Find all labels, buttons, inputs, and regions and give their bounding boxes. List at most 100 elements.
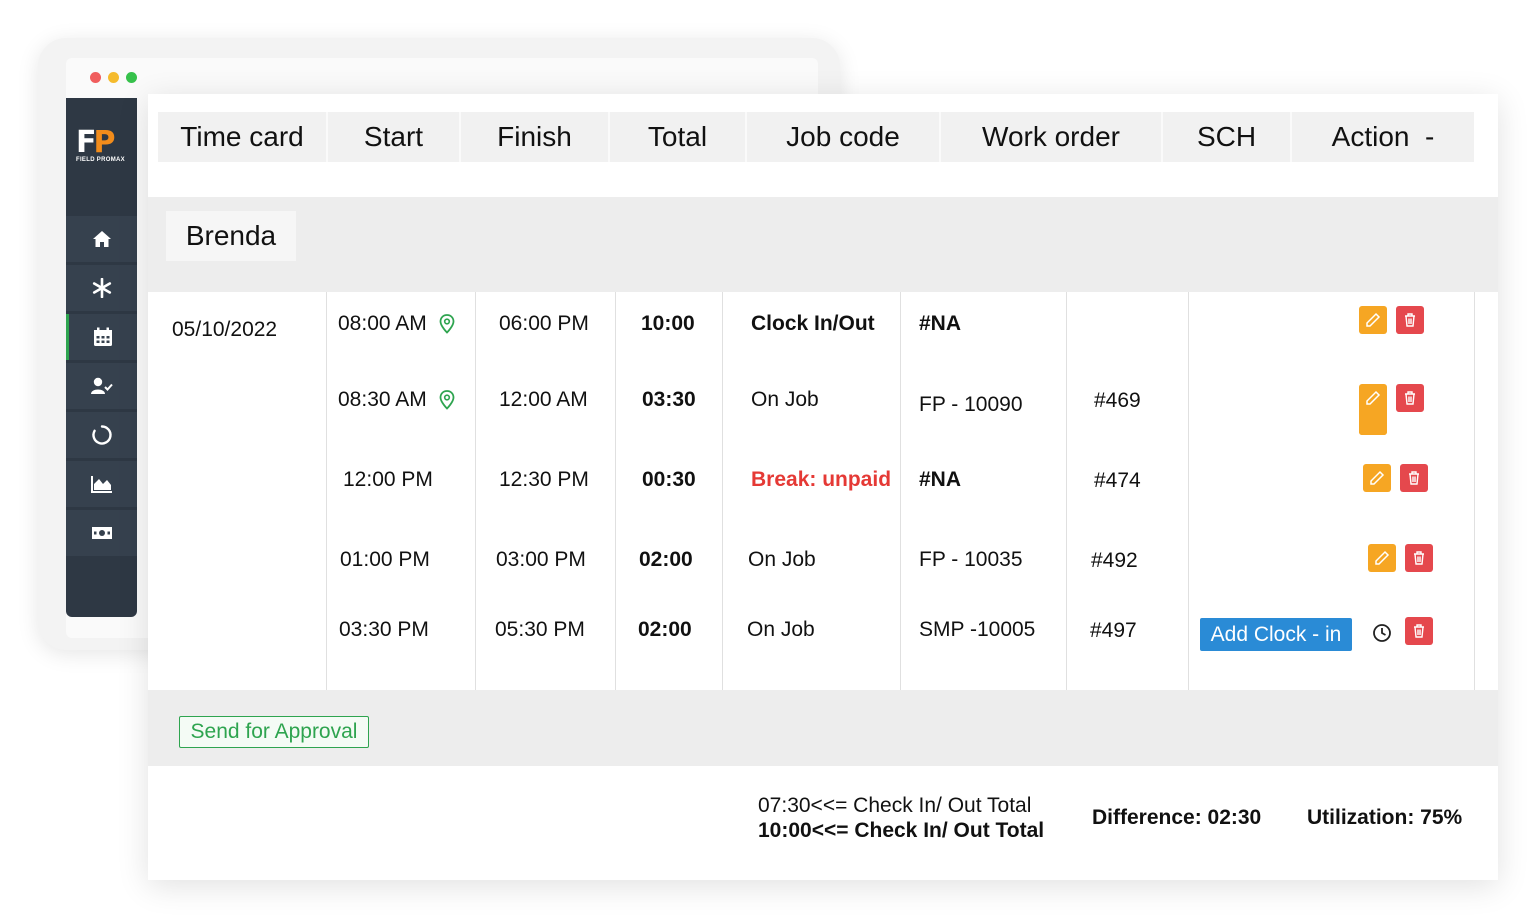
job-code: On Job	[751, 388, 819, 411]
calendar-icon	[94, 327, 112, 346]
job-code: Clock In/Out	[751, 312, 875, 335]
trash-icon	[1414, 551, 1424, 565]
checkin-total-line-2: 10:00<<= Check In/ Out Total	[758, 819, 1045, 842]
start-time: 03:30 PM	[339, 618, 429, 641]
column-divider	[326, 292, 327, 690]
location-pin-icon[interactable]	[439, 390, 455, 411]
refresh-icon	[91, 425, 112, 445]
delete-button[interactable]	[1396, 384, 1424, 412]
field-promax-logo: FP FIELD PROMAX	[76, 128, 132, 168]
start-time: 12:00 PM	[343, 468, 433, 491]
start-time-cell: 08:30 AM	[338, 388, 455, 412]
edit-button[interactable]	[1363, 464, 1391, 492]
start-time: 08:00 AM	[338, 312, 427, 335]
start-time-cell: 08:00 AM	[338, 312, 455, 336]
header-total: Total	[610, 112, 747, 162]
edit-button[interactable]	[1359, 306, 1387, 334]
column-divider	[900, 292, 901, 690]
start-time: 01:00 PM	[340, 548, 430, 571]
column-divider	[475, 292, 476, 690]
asterisk-icon	[92, 278, 111, 298]
column-divider	[1474, 292, 1475, 690]
maximize-window-dot[interactable]	[126, 72, 137, 83]
edit-button[interactable]	[1368, 544, 1396, 572]
money-icon	[91, 527, 112, 539]
job-code: Break: unpaid	[751, 468, 892, 491]
logo-text: FIELD PROMAX	[76, 157, 125, 163]
sidebar: FP FIELD PROMAX	[66, 98, 137, 617]
timecard-date: 05/10/2022	[172, 318, 278, 341]
sidebar-item-users[interactable]	[66, 363, 137, 409]
work-order: SMP -10005	[919, 618, 1036, 641]
close-window-dot[interactable]	[90, 72, 101, 83]
trash-icon	[1405, 313, 1415, 327]
job-code: On Job	[748, 548, 816, 571]
home-icon	[92, 231, 111, 247]
total-time: 00:30	[642, 468, 696, 491]
timecard-grid: 05/10/2022 08:00 AM 06:00 PM 10:00 Clock…	[148, 292, 1498, 690]
header-job-code: Job code	[747, 112, 941, 162]
finish-time: 03:00 PM	[496, 548, 586, 571]
column-divider	[722, 292, 723, 690]
user-check-icon	[90, 377, 113, 394]
header-finish: Finish	[461, 112, 610, 162]
sch-number: #492	[1091, 549, 1138, 572]
header-work-order: Work order	[941, 112, 1163, 162]
table-header: Time card Start Finish Total Job code Wo…	[158, 112, 1474, 162]
window-controls	[90, 72, 137, 83]
header-time-card: Time card	[158, 112, 328, 162]
send-for-approval-button[interactable]: Send for Approval	[179, 716, 369, 748]
clock-icon[interactable]	[1372, 623, 1392, 643]
finish-time: 12:30 PM	[499, 468, 589, 491]
header-action[interactable]: Action -	[1292, 112, 1474, 162]
pencil-icon	[1366, 390, 1381, 405]
delete-button[interactable]	[1405, 617, 1433, 645]
sidebar-item-calendar[interactable]	[66, 314, 137, 360]
sch-number: #469	[1094, 389, 1141, 412]
work-order: FP - 10035	[919, 548, 1023, 571]
approval-band: Send for Approval	[148, 690, 1498, 766]
header-start: Start	[328, 112, 461, 162]
column-divider	[1066, 292, 1067, 690]
total-time: 02:00	[639, 548, 693, 571]
employee-name: Brenda	[166, 211, 296, 261]
work-order: #NA	[919, 312, 962, 335]
checkin-total-line-1: 07:30<<= Check In/ Out Total	[758, 794, 1032, 817]
sch-number: #497	[1090, 619, 1137, 642]
sidebar-item-billing[interactable]	[66, 510, 137, 556]
column-divider	[615, 292, 616, 690]
column-divider	[1188, 292, 1189, 690]
total-time: 10:00	[641, 312, 695, 335]
work-order: FP - 10090	[919, 393, 1023, 416]
trash-icon	[1405, 391, 1415, 405]
delete-button[interactable]	[1400, 464, 1428, 492]
total-time: 03:30	[642, 388, 696, 411]
sidebar-item-reports[interactable]	[66, 461, 137, 507]
pencil-icon	[1366, 312, 1381, 327]
logo-mark: FP	[76, 125, 116, 160]
total-time: 02:00	[638, 618, 692, 641]
sidebar-item-home[interactable]	[66, 216, 137, 262]
chart-icon	[90, 476, 112, 493]
utilization-value: Utilization: 75%	[1307, 806, 1463, 829]
minimize-window-dot[interactable]	[108, 72, 119, 83]
sidebar-item-refresh[interactable]	[66, 412, 137, 458]
delete-button[interactable]	[1396, 306, 1424, 334]
sidebar-item-services[interactable]	[66, 265, 137, 311]
work-order: #NA	[919, 468, 962, 491]
delete-button[interactable]	[1405, 544, 1433, 572]
edit-button[interactable]	[1359, 384, 1387, 412]
header-sch: SCH	[1163, 112, 1292, 162]
finish-time: 06:00 PM	[499, 312, 589, 335]
difference-value: Difference: 02:30	[1092, 806, 1262, 829]
timecard-panel: Time card Start Finish Total Job code Wo…	[148, 94, 1498, 880]
employee-band: Brenda	[148, 197, 1498, 292]
trash-icon	[1409, 471, 1419, 485]
finish-time: 12:00 AM	[499, 388, 588, 411]
location-pin-icon[interactable]	[439, 314, 455, 335]
pencil-icon	[1375, 550, 1390, 565]
job-code: On Job	[747, 618, 815, 641]
add-clock-in-button[interactable]: Add Clock - in	[1200, 618, 1352, 651]
finish-time: 05:30 PM	[495, 618, 585, 641]
pencil-icon	[1370, 470, 1385, 485]
